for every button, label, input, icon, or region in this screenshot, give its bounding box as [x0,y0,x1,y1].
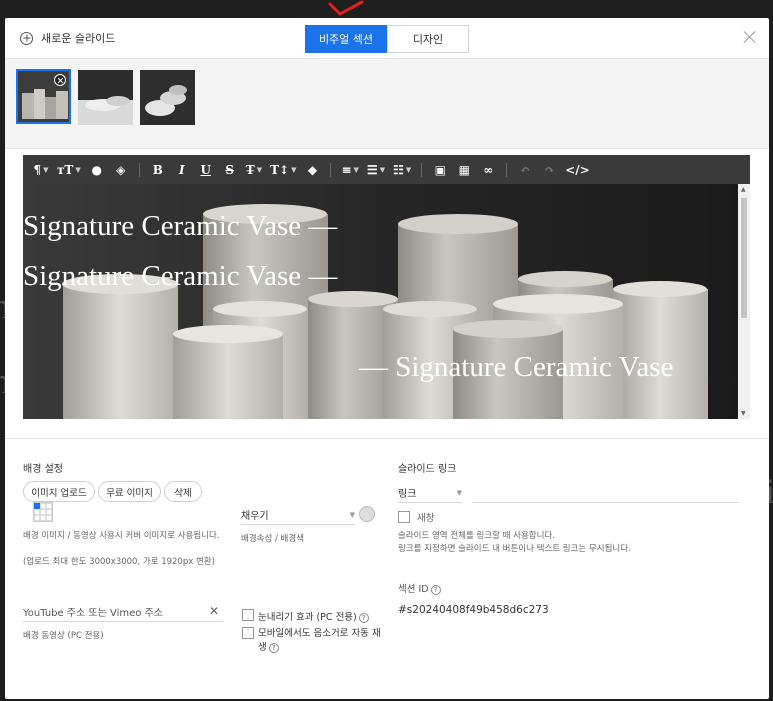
delete-background-button[interactable]: 삭제 [164,481,202,502]
video-url-placeholder: YouTube 주소 또는 Vimeo 주소 [23,608,163,619]
background-video-help: 배경 동영상 (PC 전용) [23,631,104,641]
slide-link-override-help: 링크를 지정하면 슬라이드 내 버튼이나 텍스트 링크는 무시됩니다. [398,544,631,554]
new-slide-label: 새로운 슬라이드 [41,32,116,45]
help-icon[interactable]: ? [358,613,369,623]
redo-icon[interactable]: ↷ [537,155,561,184]
mobile-autoplay-checkbox[interactable] [242,627,254,639]
section-tab-group: 비주얼 섹션 디자인 [305,25,469,53]
snow-effect-label: 눈내리기 효과 (PC 전용)? [258,609,369,623]
section-id-label: 섹션 ID? [398,581,441,595]
close-icon[interactable] [743,30,757,44]
help-icon[interactable]: ? [430,585,441,595]
modal-header: 새로운 슬라이드 비주얼 섹션 디자인 [5,18,769,59]
slide-link-url-input[interactable] [472,483,739,503]
help-icon[interactable]: ? [268,643,279,653]
snow-effect-checkbox[interactable] [242,609,254,621]
align-icon[interactable]: ≡ ▼ [337,155,362,184]
unordered-list-icon[interactable]: ☷ ▼ [389,155,415,184]
slide-preview[interactable]: Signature Ceramic Vase — Signature Ceram… [23,184,750,419]
paragraph-icon[interactable]: ¶ ▼ [29,155,53,184]
underline-icon[interactable]: U [194,155,218,184]
chevron-down-icon: ▼ [456,489,462,497]
scroll-down-icon[interactable]: ▼ [741,410,746,417]
slide-settings-panel: 배경 설정 이미지 업로드 무료 이미지 삭제 배경 이미지 / 동영상 사용시… [5,438,769,699]
background-fill-help: 배경속성 / 배경색 [241,534,305,544]
editor-scrollbar[interactable]: ▲ ▼ [738,184,750,419]
rich-text-toolbar: ¶ ▼ ᴛT ▼ ● ◈ B I U S T̶ ▼ T↕ ▼ ◆ ≡ ▼ ☰ ▼ ☷ ▼ ▣ … [23,155,750,184]
undo-icon[interactable]: ↶ [513,155,537,184]
new-slide-button[interactable]: 새로운 슬라이드 [20,30,115,46]
fill-color-icon[interactable]: ◈ [109,155,133,184]
scroll-up-icon[interactable]: ▲ [741,186,746,193]
font-size-icon[interactable]: ᴛT ▼ [53,155,85,184]
slide-editor-modal: 새로운 슬라이드 비주얼 섹션 디자인 ¶ ▼ ᴛT ▼ ● ◈ B I U S… [5,18,769,699]
background-color-picker[interactable] [359,506,375,522]
bold-icon[interactable]: B [146,155,170,184]
slide-link-help: 슬라이드 영역 전체를 링크할 때 사용합니다. [398,531,555,541]
bowl-stack-thumbnail-image [140,70,195,125]
link-type-value: 링크 [398,489,417,500]
image-icon[interactable]: ▣ [428,155,452,184]
slide-thumbnail[interactable] [16,69,71,124]
code-view-icon[interactable]: </> [561,155,594,184]
bowl-thumbnail-image [78,70,133,125]
eraser-icon[interactable]: ◆ [300,155,324,184]
scrollbar-thumb[interactable] [741,198,747,318]
italic-icon[interactable]: I [170,155,194,184]
slide-headline[interactable]: Signature Ceramic Vase — [23,260,337,293]
new-window-label: 새창 [417,513,435,524]
tab-visual-section[interactable]: 비주얼 섹션 [305,25,387,53]
free-image-button[interactable]: 무료 이미지 [98,481,161,502]
clear-video-icon[interactable]: ✕ [209,604,219,618]
annotation-check-icon [328,0,364,16]
link-icon[interactable]: ∞ [476,155,500,184]
toolbar-divider [138,162,140,177]
mobile-autoplay-label: 모바일에서도 음소거로 자동 재생? [258,628,381,653]
upload-limit-help: (업로드 최대 한도 3000x3000, 가로 1920px 변환) [23,557,215,567]
line-height-icon[interactable]: T↕ ▼ [266,155,300,184]
background-fill-value: 채우기 [241,511,269,522]
delete-slide-icon[interactable] [54,74,66,86]
slide-headline[interactable]: — Signature Ceramic Vase [359,351,673,384]
toolbar-divider [421,162,423,177]
text-color-icon[interactable]: ● [85,155,109,184]
tab-design[interactable]: 디자인 [387,25,469,53]
link-type-select[interactable]: 링크 ▼ [398,483,462,503]
background-fill-select[interactable]: 채우기 ▼ [241,505,355,525]
slide-thumbnail[interactable] [78,70,133,125]
section-id-value[interactable]: #s20240408f49b458d6c273 [398,604,549,616]
plus-circle-icon [20,31,33,45]
slide-thumbnail-strip [5,59,769,149]
background-settings-title: 배경 설정 [23,464,63,475]
toolbar-divider [330,162,332,177]
video-url-input[interactable]: YouTube 주소 또는 Vimeo 주소 [23,602,223,622]
slide-headline[interactable]: Signature Ceramic Vase — [23,210,337,243]
upload-image-button[interactable]: 이미지 업로드 [23,481,95,502]
clear-format-icon[interactable]: T̶ ▼ [242,155,266,184]
background-position-grid-icon[interactable] [33,502,53,522]
background-image-help: 배경 이미지 / 동영상 사용시 커버 이미지로 사용됩니다. [23,531,220,541]
toolbar-divider [506,162,508,177]
new-window-checkbox[interactable] [398,511,410,523]
strikethrough-icon[interactable]: S [218,155,242,184]
table-icon[interactable]: ▦ [452,155,476,184]
chevron-down-icon: ▼ [349,511,355,519]
slide-link-title: 슬라이드 링크 [398,464,457,475]
slide-thumbnail[interactable] [140,70,195,125]
ordered-list-icon[interactable]: ☰ ▼ [363,155,389,184]
